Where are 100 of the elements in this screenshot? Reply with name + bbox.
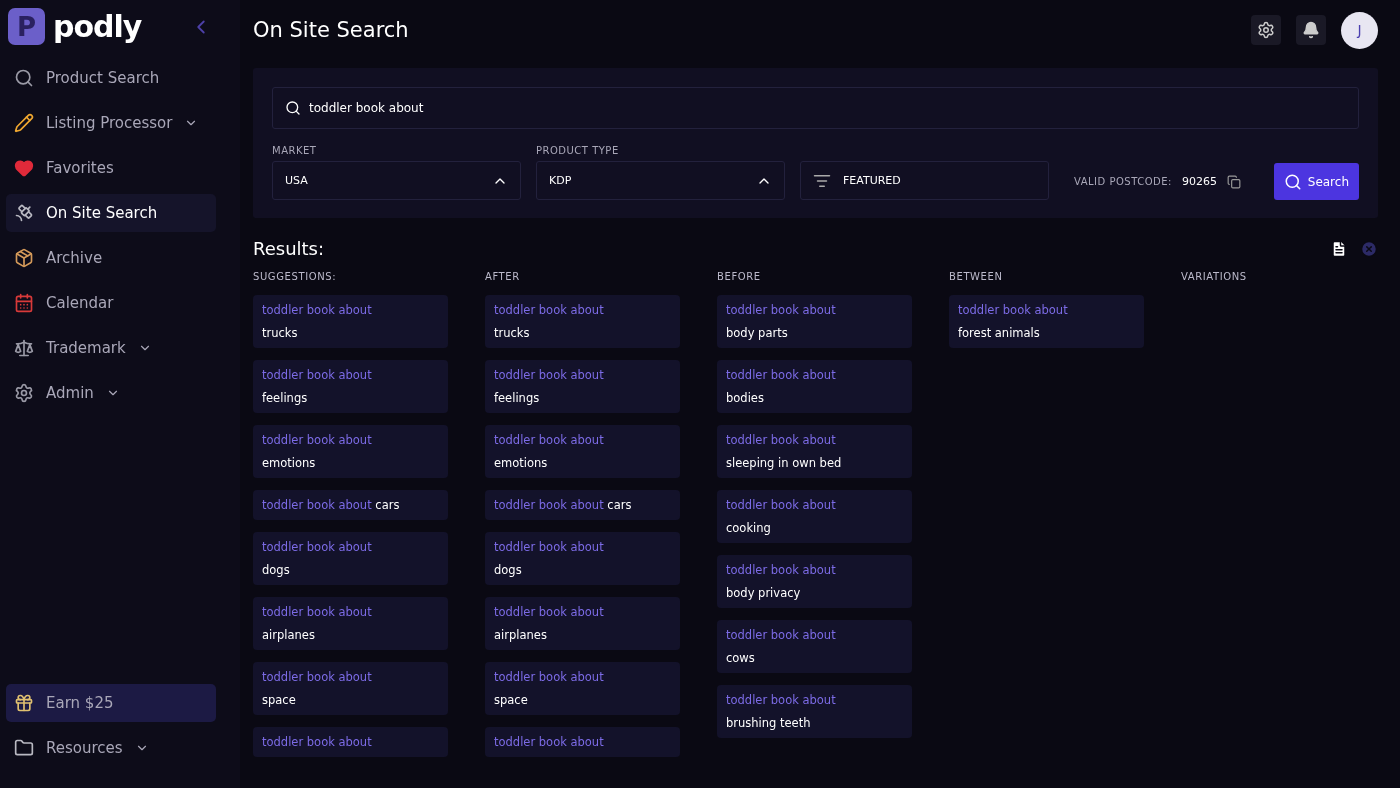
keyword-prefix: toddler book about [494, 540, 605, 554]
keyword-suffix: forest animals [958, 326, 1041, 340]
keyword-prefix: toddler book about [494, 735, 605, 749]
gear-icon [14, 382, 34, 403]
keyword-suffix: feelings [494, 391, 541, 405]
keyword-card[interactable]: toddler book about forest animals [949, 295, 1144, 348]
keyword-card[interactable]: toddler book about dogs [253, 532, 448, 585]
keyword-suffix: trucks [262, 326, 299, 340]
product-type-select[interactable]: KDP [536, 161, 785, 200]
keyword-text: toddler book about cars [494, 498, 633, 512]
keyword-card[interactable]: toddler book about emotions [253, 425, 448, 478]
keyword-card[interactable]: toddler book about dogs [485, 532, 680, 585]
keyword-suffix: space [494, 693, 529, 707]
keyword-card[interactable]: toddler book about space [253, 662, 448, 715]
keyword-suffix: space [262, 693, 297, 707]
keyword-suffix: brushing teeth [726, 716, 812, 730]
scales-icon [14, 337, 34, 358]
market-select[interactable]: USA [272, 161, 521, 200]
keyword-prefix: toddler book about [494, 670, 605, 684]
sort-select[interactable]: FEATURED [800, 161, 1049, 200]
column-heading: AFTER [485, 271, 521, 282]
keyword-card[interactable]: toddler book about cars [485, 490, 680, 520]
keyword-text: toddler book about cars [262, 498, 401, 512]
field-label: PRODUCT TYPE [536, 145, 620, 156]
sidebar-item[interactable]: Earn $25 [6, 683, 216, 722]
keyword-suffix: feelings [262, 391, 309, 405]
keyword-card[interactable]: toddler book about [485, 727, 680, 757]
notifications-button[interactable] [1296, 15, 1326, 45]
keyword-suffix: body parts [726, 326, 789, 340]
keyword-prefix: toddler book about [726, 693, 837, 707]
column-heading: BEFORE [717, 271, 762, 282]
keyword-prefix: toddler book about [726, 628, 837, 642]
sidebar-item[interactable]: Listing Processor [6, 103, 216, 142]
keyword-card[interactable]: toddler book about bodies [717, 360, 912, 413]
keyword-prefix: toddler book about [494, 605, 605, 619]
column-heading: VARIATIONS [1181, 271, 1248, 282]
settings-icon [1257, 20, 1275, 40]
sidebar-item[interactable]: Trademark [6, 328, 216, 367]
keyword-prefix: toddler book about [494, 303, 605, 317]
document-icon[interactable] [1330, 239, 1348, 258]
keyword-card[interactable]: toddler book about airplanes [253, 597, 448, 650]
bell-icon [1302, 21, 1320, 39]
keyword-prefix: toddler book about [726, 368, 837, 382]
keyword-suffix: emotions [494, 456, 549, 470]
sidebar-item[interactable]: On Site Search [6, 193, 216, 232]
keyword-prefix: toddler book about [494, 433, 605, 447]
sidebar-item[interactable]: Archive [6, 238, 216, 277]
sidebar-item[interactable]: Favorites [6, 148, 216, 187]
keyword-card[interactable]: toddler book about feelings [485, 360, 680, 413]
column-heading: SUGGESTIONS: [253, 271, 338, 282]
keyword-card[interactable]: toddler book about emotions [485, 425, 680, 478]
sidebar-item[interactable]: Product Search [6, 58, 216, 97]
keyword-card[interactable]: toddler book about trucks [485, 295, 680, 348]
keyword-prefix: toddler book about [262, 303, 373, 317]
keyword-card[interactable]: toddler book about body privacy [717, 555, 912, 608]
sidebar-item[interactable]: Calendar [6, 283, 216, 322]
keyword-card[interactable]: toddler book about body parts [717, 295, 912, 348]
keyword-card[interactable]: toddler book about space [485, 662, 680, 715]
keyword-prefix: toddler book about [262, 605, 373, 619]
column-heading: BETWEEN [949, 271, 1004, 282]
keyword-suffix: airplanes [494, 628, 548, 642]
keyword-card[interactable]: toddler book about cows [717, 620, 912, 673]
keyword-suffix: cooking [726, 521, 772, 535]
sidebar-item[interactable]: Resources [6, 728, 216, 767]
postcode-value: 90265 [1181, 175, 1217, 188]
keyword-prefix: toddler book about [726, 433, 837, 447]
keyword-prefix: toddler book about [726, 303, 837, 317]
avatar[interactable]: J [1341, 11, 1378, 49]
keyword-card[interactable]: toddler book about feelings [253, 360, 448, 413]
keyword-card[interactable]: toddler book about sleeping in own bed [717, 425, 912, 478]
keyword-prefix: toddler book about [494, 368, 605, 382]
search-field[interactable]: toddler book about [272, 87, 1359, 129]
keyword-suffix: airplanes [262, 628, 316, 642]
keyword-prefix: toddler book about [262, 670, 373, 684]
keyword-card[interactable]: toddler book about cooking [717, 490, 912, 543]
page-title: On Site Search [253, 18, 410, 42]
keyword-prefix: toddler book about [262, 368, 373, 382]
copy-icon[interactable] [1226, 174, 1241, 189]
settings-button[interactable] [1251, 15, 1281, 45]
keyword-prefix: toddler book about [958, 303, 1069, 317]
box-icon [14, 247, 34, 268]
keyword-card[interactable]: toddler book about cars [253, 490, 448, 520]
keyword-card[interactable]: toddler book about [253, 727, 448, 757]
keyword-suffix: trucks [494, 326, 531, 340]
search-button[interactable]: Search [1273, 163, 1359, 200]
keyword-prefix: toddler book about [262, 433, 373, 447]
keyword-card[interactable]: toddler book about brushing teeth [717, 685, 912, 738]
magnifier-icon [14, 67, 34, 88]
keyword-suffix: dogs [262, 563, 291, 577]
keyword-suffix: sleeping in own bed [726, 456, 843, 470]
logo-icon: P [8, 8, 45, 45]
keyword-prefix: toddler book about [262, 735, 373, 749]
gift-icon [14, 692, 34, 713]
brand-name: podly [53, 9, 142, 44]
keyword-card[interactable]: toddler book about trucks [253, 295, 448, 348]
pencil-icon [14, 112, 34, 133]
sidebar-item[interactable]: Admin [6, 373, 216, 412]
keyword-prefix: toddler book about [726, 498, 837, 512]
keyword-card[interactable]: toddler book about airplanes [485, 597, 680, 650]
keyword-suffix: emotions [262, 456, 317, 470]
